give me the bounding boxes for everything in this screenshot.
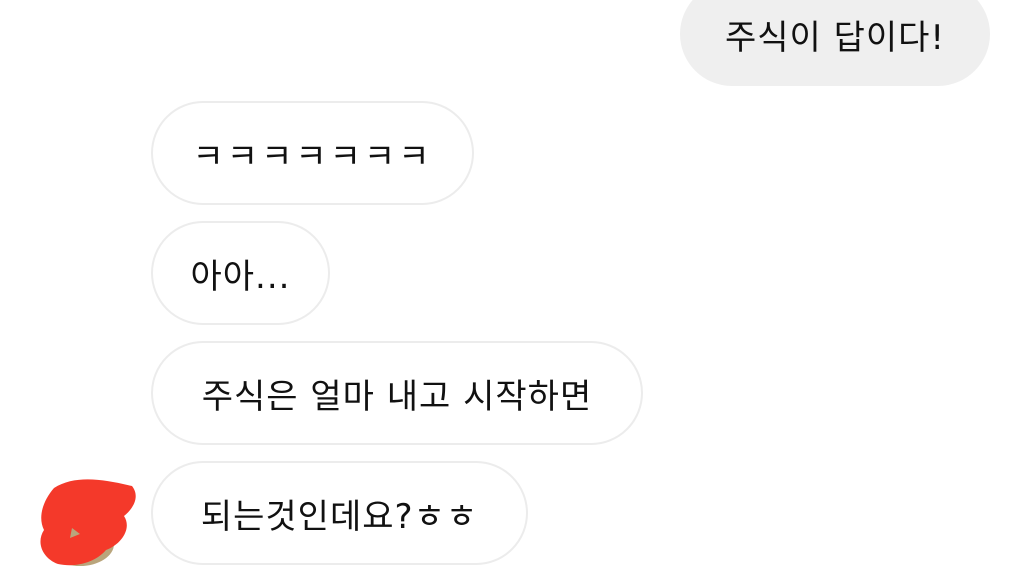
received-message-bubble[interactable]: 되는것인데요?ㅎㅎ (151, 461, 528, 565)
message-text: 주식이 답이다! (724, 17, 946, 58)
received-message-bubble[interactable]: 주식은 얼마 내고 시작하면 (151, 341, 643, 445)
received-message-bubble[interactable]: ㅋㅋㅋㅋㅋㅋㅋ (151, 101, 474, 205)
sender-avatar[interactable] (36, 478, 140, 570)
sent-message-bubble[interactable]: 주식이 답이다! (680, 0, 990, 86)
message-text: 아아... (190, 256, 291, 297)
received-message-bubble[interactable]: 아아... (151, 221, 330, 325)
chat-thread: 주식이 답이다! ㅋㅋㅋㅋㅋㅋㅋ 아아... 주식은 얼마 내고 시작하면 되는… (0, 0, 1024, 570)
message-text: 되는것인데요?ㅎㅎ (200, 496, 479, 537)
redacted-avatar-icon (40, 479, 136, 566)
message-text: 주식은 얼마 내고 시작하면 (201, 376, 593, 417)
message-text: ㅋㅋㅋㅋㅋㅋㅋ (192, 136, 433, 177)
